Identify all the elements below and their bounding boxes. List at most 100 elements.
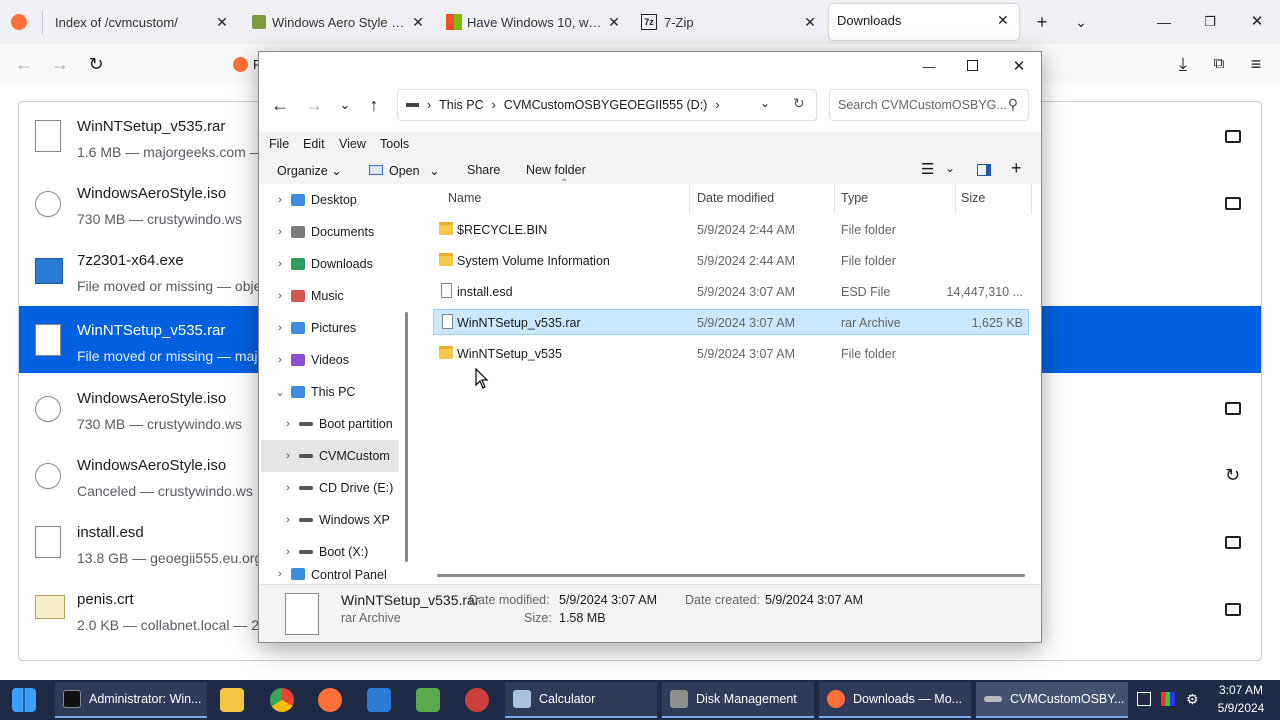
extensions-icon[interactable]: ⧉ — [1208, 54, 1230, 74]
firefox-icon[interactable] — [318, 688, 342, 712]
chevron-right-icon[interactable]: › — [273, 354, 287, 366]
chevron-right-icon[interactable]: › — [281, 450, 295, 462]
downloads-icon[interactable]: ⤓ — [1172, 54, 1194, 74]
tab-downloads[interactable]: Downloads ✕ — [829, 4, 1019, 40]
chevron-right-icon[interactable]: › — [273, 226, 287, 238]
menu-edit[interactable]: Edit — [303, 137, 325, 151]
nav-item-music[interactable]: › Music — [273, 280, 413, 312]
nav-item-boot-x[interactable]: › Boot (X:) — [281, 536, 399, 568]
horizontal-scrollbar[interactable] — [437, 574, 1025, 577]
app-icon[interactable] — [465, 688, 489, 712]
color-icon[interactable] — [1161, 692, 1175, 706]
nav-item-pictures[interactable]: › Pictures — [273, 312, 413, 344]
close-tab-icon[interactable]: ✕ — [801, 13, 819, 31]
column-divider[interactable] — [955, 184, 956, 214]
file-row[interactable]: $RECYCLE.BIN 5/9/2024 2:44 AM File folde… — [433, 217, 1029, 243]
folder-icon[interactable] — [1225, 197, 1241, 210]
taskbar-button-firefox-downloads[interactable]: Downloads — Mo... — [819, 682, 971, 718]
taskbar-button-explorer-active[interactable]: CVMCustomOSBY... — [976, 682, 1128, 718]
view-options-icon[interactable]: ☰ — [921, 160, 934, 178]
back-icon[interactable]: ← — [269, 95, 291, 115]
chevron-down-icon[interactable]: ⌄ — [273, 386, 287, 399]
column-header-size[interactable]: Size — [961, 191, 985, 205]
breadcrumb-this-pc[interactable]: This PC — [439, 98, 483, 112]
chevron-down-icon[interactable]: ⌄ — [945, 161, 955, 175]
close-tab-icon[interactable]: ✕ — [605, 13, 623, 31]
tab-index-cvmcustom[interactable]: Index of /cvmcustom/ — [55, 0, 215, 44]
address-dropdown-icon[interactable]: ⌄ — [760, 96, 770, 110]
column-divider[interactable] — [1031, 184, 1032, 214]
refresh-icon[interactable]: ↻ — [793, 95, 805, 112]
folder-icon[interactable] — [1225, 603, 1241, 616]
file-explorer-icon[interactable] — [220, 688, 244, 712]
url-bar-firefox-icon[interactable] — [233, 57, 248, 72]
menu-tools[interactable]: Tools — [380, 137, 409, 151]
column-header-date-modified[interactable]: Date modified — [697, 191, 774, 205]
chevron-right-icon[interactable]: › — [273, 194, 287, 206]
taskbar-button-disk-management[interactable]: Disk Management — [662, 682, 814, 718]
settings-icon[interactable]: ⚙ — [1186, 691, 1199, 708]
share-button[interactable]: Share — [467, 163, 500, 177]
forward-icon[interactable]: → — [49, 54, 71, 74]
recent-locations-chevron-icon[interactable]: ⌄ — [334, 95, 356, 115]
file-row[interactable]: System Volume Information 5/9/2024 2:44 … — [433, 248, 1029, 274]
chevron-right-icon[interactable]: › — [273, 322, 287, 334]
column-header-type[interactable]: Type — [841, 191, 868, 205]
column-header-name[interactable]: Name — [448, 191, 481, 205]
chevron-right-icon[interactable]: › — [281, 514, 295, 526]
back-icon[interactable]: ← — [13, 54, 35, 74]
menu-file[interactable]: File — [269, 137, 289, 151]
clock-time[interactable]: 3:07 AM — [1211, 683, 1271, 697]
spreadsheet-icon[interactable] — [416, 688, 440, 712]
new-folder-button[interactable]: New folder — [526, 163, 586, 177]
retry-icon[interactable]: ↻ — [1225, 465, 1240, 486]
chevron-right-icon[interactable]: › — [281, 482, 295, 494]
network-icon[interactable] — [1137, 692, 1151, 706]
chevron-right-icon[interactable]: › — [273, 290, 287, 302]
chevron-right-icon[interactable]: › — [281, 546, 295, 558]
close-tab-icon[interactable]: ✕ — [409, 13, 427, 31]
search-icon[interactable]: ⚲ — [1008, 96, 1018, 113]
column-divider[interactable] — [689, 184, 690, 214]
folder-icon[interactable] — [1225, 536, 1241, 549]
nav-item-downloads[interactable]: › Downloads — [273, 248, 413, 280]
column-divider[interactable] — [834, 184, 835, 214]
nav-item-desktop[interactable]: › Desktop — [273, 184, 413, 216]
new-tab-icon[interactable]: + — [1031, 12, 1053, 32]
close-icon[interactable]: ✕ — [1008, 57, 1030, 77]
chevron-down-icon[interactable]: ⌄ — [1070, 12, 1092, 32]
nav-item-control-panel[interactable]: › Control Panel — [273, 568, 413, 584]
menu-icon[interactable]: ≡ — [1245, 54, 1267, 74]
restore-icon[interactable]: ❐ — [1199, 12, 1221, 32]
nav-item-documents[interactable]: › Documents — [273, 216, 413, 248]
clock-date[interactable]: 5/9/2024 — [1211, 701, 1271, 715]
chevron-right-icon[interactable]: › — [273, 258, 287, 270]
file-row-selected[interactable]: WinNTSetup_v535.rar 5/9/2024 3:07 AM rar… — [433, 309, 1029, 335]
maximize-icon[interactable] — [967, 60, 978, 71]
taskbar-button-calculator[interactable]: Calculator — [505, 682, 657, 718]
minimize-icon[interactable]: — — [918, 57, 940, 77]
nav-item-boot-partition[interactable]: › Boot partition — [281, 408, 399, 440]
menu-view[interactable]: View — [339, 137, 366, 151]
close-tab-icon[interactable]: ✕ — [213, 13, 231, 31]
organize-button[interactable]: Organize ⌄ — [277, 163, 342, 178]
notepad-icon[interactable] — [367, 688, 391, 712]
preview-pane-icon[interactable] — [977, 164, 991, 176]
close-window-icon[interactable]: ✕ — [1246, 12, 1268, 32]
tab-have-windows-10[interactable]: Have Windows 10, wish to — [467, 0, 603, 44]
nav-item-videos[interactable]: › Videos — [273, 344, 413, 376]
reload-icon[interactable]: ↻ — [85, 54, 107, 74]
breadcrumb-drive[interactable]: CVMCustomOSBYGEOEGII555 (D:) — [504, 98, 708, 112]
nav-item-windows-xp[interactable]: › Windows XP — [281, 504, 399, 536]
up-icon[interactable]: ↑ — [363, 95, 385, 115]
folder-icon[interactable] — [1225, 130, 1241, 143]
folder-icon[interactable] — [1225, 402, 1241, 415]
nav-scrollbar[interactable] — [405, 312, 408, 562]
forward-icon[interactable]: → — [303, 95, 325, 115]
chevron-right-icon[interactable]: › — [281, 418, 295, 430]
open-button[interactable]: Open ⌄ — [389, 163, 440, 178]
start-windows-icon[interactable] — [12, 688, 36, 712]
taskbar-button-terminal[interactable]: Administrator: Win... — [55, 682, 207, 718]
nav-item-cvmcustom[interactable]: › CVMCustom — [261, 440, 399, 472]
nav-item-this-pc[interactable]: ⌄ This PC — [273, 376, 413, 408]
